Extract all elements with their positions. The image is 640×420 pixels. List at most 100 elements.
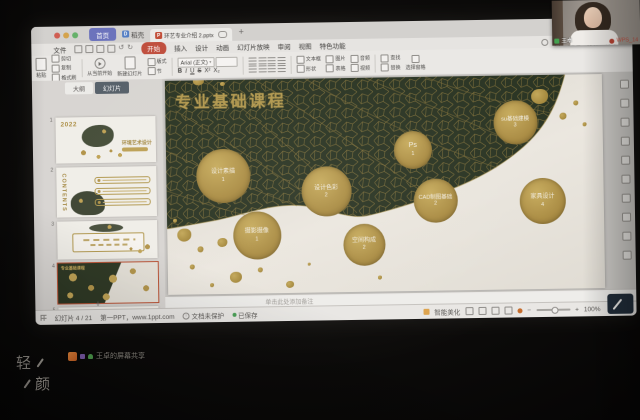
rail-align-icon[interactable] [621, 175, 630, 184]
thumbnail-list-item [95, 187, 151, 195]
superscript-button[interactable]: X² [204, 68, 210, 74]
font-name-value: Arial (正文) [181, 58, 208, 66]
rail-comment-icon[interactable] [622, 232, 631, 241]
menu-tab-slideshow[interactable]: 幻灯片放映 [237, 41, 270, 52]
zoom-in-button[interactable]: + [575, 306, 579, 313]
selection-pane-button[interactable]: 选择窗格 [405, 54, 425, 70]
add-slide-button[interactable]: + [95, 299, 100, 309]
screen-share-taskbar-item[interactable]: 王卓的屏幕共享 [68, 351, 145, 361]
thumbnail-gold-dots [123, 243, 153, 255]
current-slide[interactable]: 专业基础课程 设计素描 1 设计色彩 2 摄影摄像 1 [165, 74, 605, 295]
slide-thumbnail-2[interactable]: 2 CONTENTS [47, 166, 157, 218]
output-icon[interactable] [85, 45, 93, 53]
rail-notes-icon[interactable] [622, 213, 631, 222]
menu-tab-design[interactable]: 设计 [195, 42, 208, 52]
copy-button[interactable]: 复制 [52, 64, 77, 72]
justify-icon[interactable] [277, 57, 285, 64]
outline-tab[interactable]: 大纲 [65, 82, 93, 94]
thumbnail-list-item [94, 176, 150, 184]
record-icon[interactable] [517, 308, 522, 313]
grid-view-icon[interactable] [41, 315, 47, 321]
bullet-list-icon[interactable] [249, 66, 257, 73]
beautify-button[interactable]: 智能美化 [434, 306, 460, 316]
bold-button[interactable]: B [178, 69, 182, 75]
redo-icon[interactable]: ↻ [127, 45, 133, 51]
section-button[interactable]: 节 [147, 67, 167, 75]
sync-icon [541, 38, 548, 45]
replace-button[interactable]: 替换 [381, 63, 401, 71]
minimize-button[interactable] [63, 32, 69, 38]
cloud-upload-icon[interactable] [218, 31, 227, 38]
slide-thumbnail-3[interactable]: 3 [48, 220, 158, 260]
italic-button[interactable]: I [185, 69, 187, 75]
slide-thumbnail-1[interactable]: 1 2022 环境艺术设计 [46, 116, 156, 164]
menu-tab-animation[interactable]: 动画 [216, 42, 229, 52]
new-tab-button[interactable]: + [239, 28, 244, 37]
align-left-icon[interactable] [249, 57, 257, 64]
underline-button[interactable]: U [190, 69, 194, 75]
cut-button[interactable]: 剪切 [51, 54, 76, 62]
font-size-select[interactable] [216, 57, 238, 67]
align-center-icon[interactable] [258, 57, 266, 64]
find-button[interactable]: 查找 [381, 54, 401, 62]
save-icon[interactable] [74, 45, 82, 53]
tab-docer-label: 稻壳 [131, 29, 144, 39]
preview-icon[interactable] [107, 45, 115, 53]
course-number: 1 [255, 236, 258, 242]
sorter-view-icon[interactable] [478, 307, 486, 315]
font-name-select[interactable]: Arial (正文) ▾ [178, 57, 215, 68]
align-right-icon[interactable] [268, 57, 276, 64]
rail-copy-icon[interactable] [620, 80, 629, 89]
tab-file-document[interactable]: P 环艺专业介绍 2.pptx [150, 28, 232, 42]
zoom-slider[interactable] [536, 309, 570, 311]
rail-format-icon[interactable] [620, 118, 629, 127]
play-slideshow-button[interactable] [607, 294, 633, 314]
maximize-button[interactable] [72, 32, 78, 38]
tab-docer[interactable]: D 稻壳 [122, 29, 144, 39]
video-button[interactable]: 视频 [350, 64, 370, 72]
subscript-button[interactable]: X₂ [213, 68, 219, 74]
print-icon[interactable] [96, 45, 104, 53]
slide-thumbnail-4-current[interactable]: 4 专业基础课程 [49, 262, 159, 304]
menu-tab-review[interactable]: 审阅 [278, 41, 291, 51]
tab-home[interactable]: 首页 [89, 28, 116, 41]
status-right-cluster: 智能美化 − + 100% [423, 304, 600, 317]
slide-title[interactable]: 专业基础课程 [175, 87, 286, 113]
rail-more-icon[interactable] [623, 251, 632, 260]
number-list-icon[interactable] [258, 66, 266, 73]
rail-layer-icon[interactable] [622, 194, 631, 203]
menu-file[interactable]: 文件 [53, 44, 66, 54]
new-slide-button[interactable]: 新建幻灯片 [117, 56, 142, 77]
menu-tab-features[interactable]: 特色功能 [319, 40, 345, 50]
paragraph-alignment-group [249, 57, 286, 73]
slideshow-view-icon[interactable] [504, 306, 512, 314]
paste-button[interactable]: 粘贴 [35, 58, 46, 79]
protection-status[interactable]: i 文档未保护 [182, 310, 224, 321]
rail-shape-icon[interactable] [621, 137, 630, 146]
shape-button[interactable]: 形状 [296, 65, 321, 73]
textbox-button[interactable]: 文本框 [296, 55, 321, 63]
zoom-out-button[interactable]: − [527, 307, 531, 314]
slides-tab[interactable]: 幻灯片 [95, 81, 129, 94]
reading-view-icon[interactable] [491, 307, 499, 315]
table-button[interactable]: 表格 [326, 64, 346, 72]
strikethrough-button[interactable]: S [197, 69, 201, 75]
play-from-current-button[interactable]: 从当前开始 [87, 58, 112, 77]
close-button[interactable] [54, 32, 60, 38]
menu-tab-insert[interactable]: 插入 [174, 43, 187, 53]
saved-label: 已保存 [238, 309, 258, 319]
normal-view-icon[interactable] [465, 307, 473, 315]
menu-tab-home[interactable]: 开始 [141, 41, 166, 54]
indent-icon[interactable] [268, 65, 276, 72]
zoom-slider-knob[interactable] [551, 307, 558, 314]
rail-color-icon[interactable] [621, 156, 630, 165]
line-spacing-icon[interactable] [277, 65, 285, 72]
course-number: 1 [222, 177, 225, 183]
menu-tab-view[interactable]: 视图 [298, 41, 311, 51]
rail-paste-icon[interactable] [620, 99, 629, 108]
audio-button[interactable]: 音频 [350, 54, 370, 62]
layout-button[interactable]: 版式 [147, 58, 167, 66]
video-call-overlay[interactable]: 王卓 WPS_14 [552, 0, 640, 46]
undo-icon[interactable]: ↺ [118, 46, 124, 52]
picture-button[interactable]: 图片 [326, 55, 346, 63]
